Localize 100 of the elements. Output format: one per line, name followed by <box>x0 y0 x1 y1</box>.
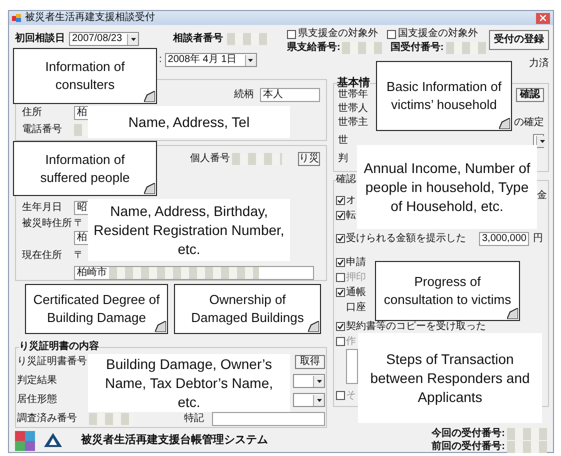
group-title: 確認 <box>336 175 356 185</box>
redacted-value <box>507 428 547 440</box>
dropdown-button[interactable] <box>127 34 138 44</box>
dropdown-field[interactable] <box>533 134 544 148</box>
checkbox-label: オ <box>346 196 356 206</box>
checkbox[interactable] <box>387 30 396 38</box>
field-label: 電話番号 <box>22 125 63 135</box>
field-label: 〒 <box>74 251 84 262</box>
field-label: り災証明書番号 <box>17 357 87 367</box>
field-label: 国支援金の対象外 <box>398 29 478 39</box>
field-label: 相談者番号 <box>173 34 223 44</box>
dropdown-button[interactable] <box>313 394 324 406</box>
field-label: 力済 <box>529 59 549 69</box>
field-label: 今回の受付番号: <box>432 429 505 439</box>
checkbox[interactable] <box>336 196 345 205</box>
field-label: 続柄 <box>234 90 254 100</box>
checkbox-label: 押印 <box>346 272 366 282</box>
field-label: の確定 <box>514 118 544 128</box>
logo-icon <box>15 430 35 450</box>
redacted-value <box>446 42 486 54</box>
callout-text: Information of consulters <box>44 58 126 94</box>
checkbox-label: 通帳 <box>346 288 366 298</box>
field-label: 被災時住所 <box>22 219 73 230</box>
dropdown-field[interactable] <box>293 393 325 407</box>
callout-text: Ownership of Damaged Buildings <box>190 291 305 327</box>
action-button[interactable]: 確認 <box>516 88 544 102</box>
checkbox[interactable] <box>336 273 345 282</box>
field-label: : <box>159 55 162 65</box>
field-label: 世帯主 <box>338 118 368 128</box>
annotation-label: Annual Income, Number of people in household, Type of Household, etc. <box>357 145 537 229</box>
field-label: 円 <box>533 234 543 244</box>
callout-text: Information of suffered people <box>39 150 131 186</box>
checkbox[interactable] <box>336 288 345 297</box>
dropdown-field[interactable]: 2008年 4月 1日 <box>164 53 257 67</box>
caret-icon <box>316 380 322 382</box>
checkbox[interactable] <box>336 234 345 243</box>
dropdown-field[interactable] <box>293 374 325 388</box>
field-label: 初回相談日 <box>15 34 65 44</box>
checkbox-label: 契約書等のコピーを受け取った <box>346 322 486 332</box>
caret-icon <box>540 140 544 142</box>
close-button[interactable] <box>536 12 550 24</box>
input-field[interactable]: 柏崎市 <box>74 266 314 280</box>
field-label: 世 <box>338 136 348 146</box>
checkbox[interactable] <box>336 322 345 331</box>
field-label: 判定結果 <box>17 376 57 386</box>
dropdown-field[interactable]: 2007/08/23 <box>69 32 139 46</box>
group-title: 基本情 <box>337 78 370 89</box>
redacted-value <box>507 441 547 453</box>
caret-icon <box>130 38 136 40</box>
field-label: 金 <box>537 191 547 201</box>
checkbox-label: 申請 <box>346 258 366 268</box>
redacted-value <box>227 33 269 45</box>
caret-icon <box>316 398 322 402</box>
checkbox-label: 受けられる金額を提示した <box>346 234 466 244</box>
checkbox[interactable] <box>287 30 296 38</box>
action-button[interactable]: 受付の登録 <box>489 30 549 50</box>
field-label: 口座 <box>346 302 366 312</box>
field-label: 〒 <box>74 219 84 230</box>
group-title: り災証明書の内容 <box>19 342 99 352</box>
field-label: 住所 <box>22 108 43 118</box>
redacted-value <box>342 42 382 54</box>
app-icon <box>12 13 22 23</box>
system-name: 被災者生活再建支援台帳管理システム <box>81 432 268 448</box>
checkbox-label: 転 <box>346 210 356 220</box>
callout-text: Certificated Degree of Building Damage <box>33 291 160 327</box>
redacted-value <box>232 153 282 165</box>
dropdown-button[interactable] <box>313 376 324 386</box>
field-label: 前回の受付番号: <box>432 442 505 452</box>
field-label: 国受付番号: <box>390 43 444 53</box>
caret-icon <box>248 58 254 62</box>
close-icon <box>540 15 546 21</box>
input-field[interactable]: 3,000,000 <box>479 232 529 246</box>
checkbox[interactable] <box>336 258 345 267</box>
dropdown-button[interactable] <box>244 54 256 66</box>
checkbox[interactable] <box>336 211 345 220</box>
input-field[interactable]: 本人 <box>260 88 320 102</box>
checkbox[interactable] <box>336 337 345 346</box>
callout-text: Basic Information of victims’ household <box>386 78 502 114</box>
checkbox[interactable] <box>336 391 345 400</box>
action-button[interactable]: 取得 <box>295 355 325 369</box>
window-title: 被災者生活再建支援相談受付 <box>25 13 155 23</box>
field-label: 生年月日 <box>22 203 63 214</box>
field-label: 県支給番号: <box>287 43 340 53</box>
annotation-label: Steps of Transaction between Responders and Applicants <box>358 333 542 423</box>
dropdown-button[interactable] <box>536 136 547 146</box>
annotation-label: Building Damage, Owner’s Name, Tax Debtor’s Name, etc. <box>88 354 290 412</box>
mountain-logo-icon <box>43 432 63 450</box>
field-label: 居住形態 <box>17 395 57 405</box>
checkbox-label: そ <box>346 390 356 400</box>
field-label: 調査済み番号 <box>17 414 78 424</box>
field-label: 世帯年 <box>338 90 368 100</box>
field-label: 判 <box>338 154 348 164</box>
action-button[interactable]: り災 <box>298 152 320 166</box>
field-value: 柏崎市 <box>77 268 107 278</box>
callout-text: Progress of consultation to victims <box>383 273 512 309</box>
field-label: 特記 <box>184 414 204 424</box>
annotation-label: Name, Address, Tel <box>88 106 290 138</box>
field-label: 個人番号 <box>190 154 230 164</box>
input-field[interactable] <box>212 412 325 426</box>
field-label: 県支援金の対象外 <box>298 29 378 39</box>
